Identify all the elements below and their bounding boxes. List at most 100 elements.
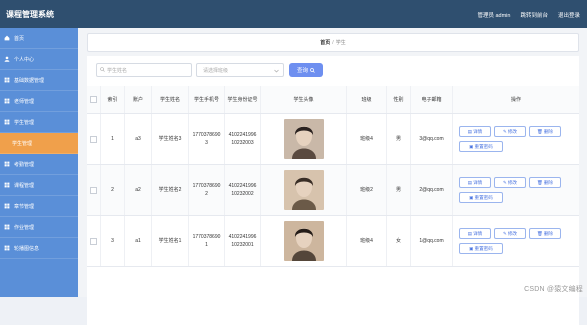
cell-text: 1@qq.com [419,238,444,244]
detail-icon: ▤ [467,230,473,236]
cell-index: 1 [101,114,125,164]
avatar-cell [261,165,347,215]
cell-phone: 17703786903 [189,114,225,164]
cell-id-card: 410224199610232003 [225,114,261,164]
query-button[interactable]: 查询 [289,63,323,77]
table-row: 2 a2 学生姓名2 17703786902 410224199610232002 班级2… [87,165,579,216]
edit-icon: ✎ [502,179,507,185]
grid-icon [4,119,10,125]
sidebar-item[interactable]: 基础数据管理 [0,70,78,91]
reset-password-button[interactable]: ▣ 重置密码 [459,141,503,152]
row-delete-button[interactable]: 🗑 删除 [529,228,561,239]
reset-icon: ▣ [469,143,474,149]
detail-icon: ▤ [467,128,473,134]
cell-email: 2@qq.com [411,165,453,215]
class-select-placeholder: 请选择班级 [203,67,229,74]
row-checkbox-cell [87,114,101,164]
cell-text: 17703786901 [192,234,221,248]
student-name-placeholder: 学生姓名 [107,67,128,74]
cell-gender: 男 [387,165,411,215]
sidebar-item[interactable]: 课程管理 [0,175,78,196]
avatar-cell [261,216,347,266]
cell-phone: 17703786901 [189,216,225,266]
reset-icon: ▣ [469,194,474,200]
sidebar-item[interactable]: 作业管理 [0,217,78,238]
main-area: 首页 / 学生 学生姓名 请选择班级 查询 + 新增 删除 索引账户学生姓名学生… [78,28,587,325]
cell-gender: 女 [387,216,411,266]
row-delete-label: 删除 [543,179,554,185]
breadcrumb-current: 学生 [335,40,346,46]
sidebar-item[interactable]: 学生管理 [0,112,78,133]
chevron-down-icon [274,69,279,73]
cell-name: 学生姓名2 [152,165,189,215]
reset-password-button[interactable]: ▣ 重置密码 [459,192,503,203]
detail-icon: ▤ [467,179,473,185]
edit-button[interactable]: ✎ 修改 [494,228,526,239]
checkbox[interactable] [90,96,97,103]
edit-icon: ✎ [502,230,507,236]
edit-button[interactable]: ✎ 修改 [494,126,526,137]
row-delete-button[interactable]: 🗑 删除 [529,177,561,188]
search-icon [310,67,315,73]
student-name-search-input[interactable]: 学生姓名 [96,63,192,77]
sidebar-item-label: 首页 [14,35,25,42]
trash-icon: 🗑 [536,179,543,185]
student-avatar-image [283,119,324,159]
sidebar-item[interactable]: 轮播图信息 [0,238,78,259]
sidebar-item[interactable]: 章节管理 [0,196,78,217]
cell-account: a2 [125,165,152,215]
column-header: 账户 [125,86,152,113]
top-bar: 课程管理系统 管理员 admin 跳转到前台 退出登录 [0,0,587,28]
sidebar-item[interactable]: 老师管理 [0,91,78,112]
sidebar: 首页 个人中心 基础数据管理 老师管理 学生管理 学生管理 考勤管理 课程管理 章节管理 作业管理… [0,28,78,297]
sidebar-item[interactable]: 考勤管理 [0,154,78,175]
cell-phone: 17703786902 [189,165,225,215]
greeting: 管理员 admin [477,13,511,19]
table-header: 索引 账户 学生姓名 学生手机号 学生身份证号 学生头像 班级 性别 电子邮箱 操作 [87,86,579,114]
sidebar-item-label: 章节管理 [14,203,35,210]
search-icon [100,67,105,72]
row-actions: ▤ 详情 ✎ 修改 🗑 删除 ▣ 重置密码 [453,216,579,266]
row-checkbox-cell [87,165,101,215]
column-header: 班级 [347,86,387,113]
edit-label: 修改 [507,128,518,134]
edit-label: 修改 [507,230,518,236]
row-checkbox[interactable] [90,186,97,194]
breadcrumb-home[interactable]: 首页 [320,39,330,46]
cell-class: 班级4 [347,114,387,164]
cell-text: a1 [135,238,141,244]
home-icon [4,35,10,41]
logout-link[interactable]: 退出登录 [558,11,580,19]
grid-icon [4,224,10,230]
edit-button[interactable]: ✎ 修改 [494,177,526,188]
cell-text: 女 [395,238,401,244]
row-checkbox[interactable] [90,237,97,245]
reset-password-button[interactable]: ▣ 重置密码 [459,243,503,254]
cell-account: a1 [125,216,152,266]
cell-id-card: 410224199610232002 [225,165,261,215]
sidebar-item[interactable]: 首页 [0,28,78,49]
row-checkbox[interactable] [90,135,97,143]
detail-button[interactable]: ▤ 详情 [459,126,491,137]
detail-button[interactable]: ▤ 详情 [459,177,491,188]
column-header: 性别 [387,86,411,113]
cell-text: 学生姓名2 [158,187,182,193]
row-delete-label: 删除 [543,128,554,134]
sidebar-item-label: 老师管理 [14,98,35,105]
sidebar-item[interactable]: 个人中心 [0,49,78,70]
class-select[interactable]: 请选择班级 [196,63,284,77]
detail-button[interactable]: ▤ 详情 [459,228,491,239]
cell-account: a3 [125,114,152,164]
row-actions: ▤ 详情 ✎ 修改 🗑 删除 ▣ 重置密码 [453,114,579,164]
cell-id-card: 410224199610232001 [225,216,261,266]
top-links: 管理员 admin 跳转到前台 退出登录 [477,11,580,19]
user-icon [4,56,10,62]
cell-text: 学生姓名1 [158,238,182,244]
goto-frontend-link[interactable]: 跳转到前台 [520,11,548,19]
sidebar-item-label: 基础数据管理 [14,77,45,84]
cell-text: 17703786902 [192,183,221,197]
sidebar-item[interactable]: 学生管理 [0,133,78,154]
column-header: 学生姓名 [152,86,189,113]
row-delete-button[interactable]: 🗑 删除 [529,126,561,137]
select-all-checkbox[interactable] [87,86,101,113]
